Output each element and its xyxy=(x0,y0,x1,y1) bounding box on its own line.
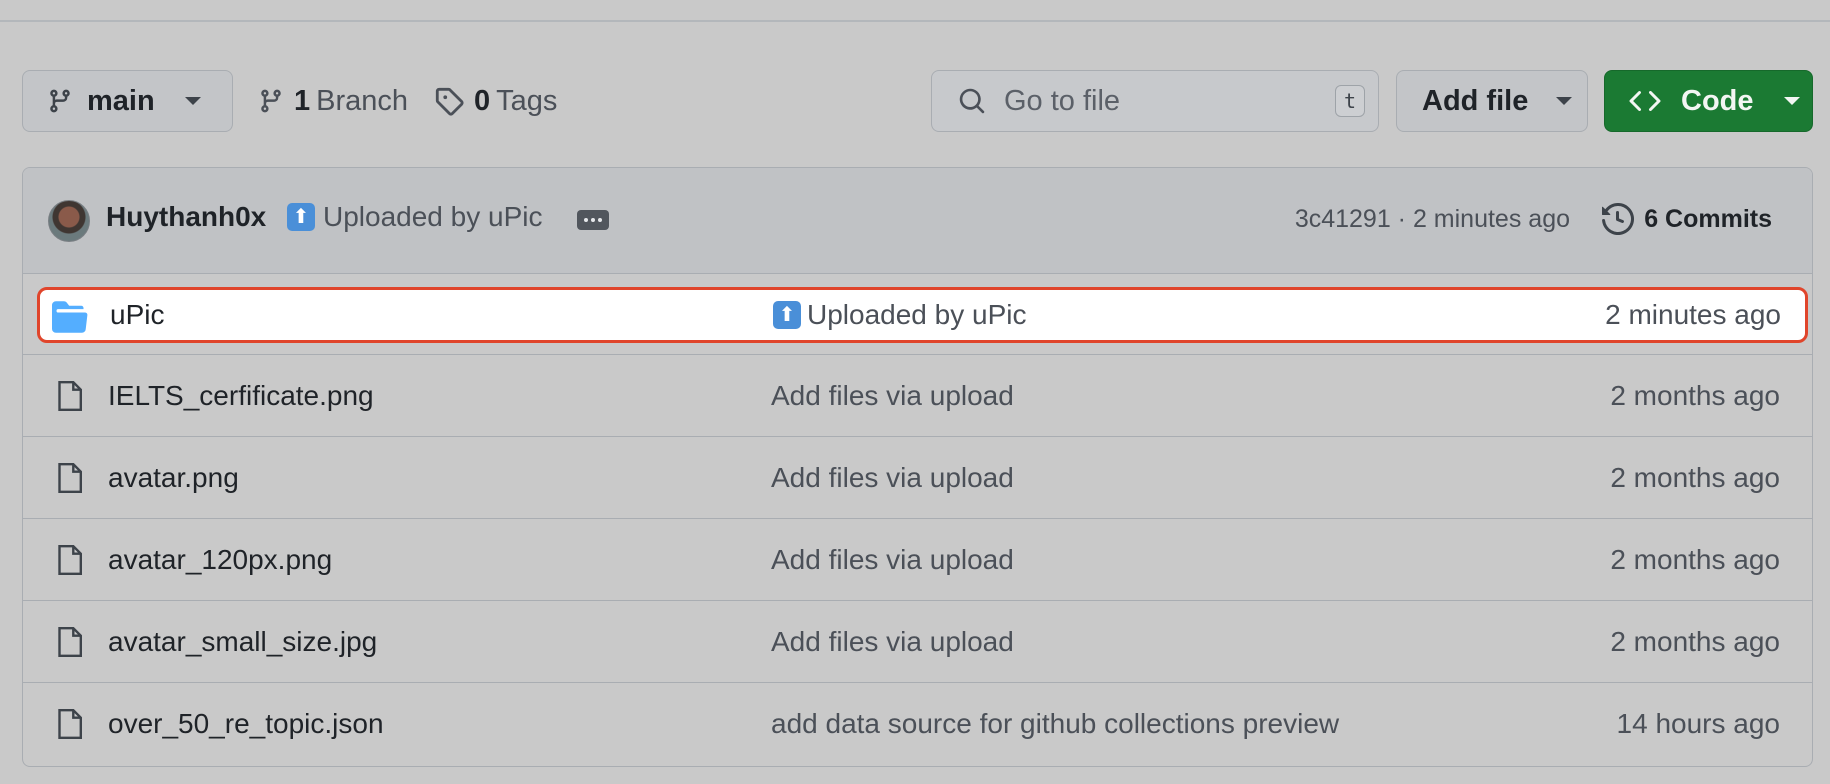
commit-message-text: Uploaded by uPic xyxy=(323,201,543,232)
tags-count: 0 xyxy=(474,84,491,117)
table-row[interactable]: avatar_120px.png Add files via upload 2 … xyxy=(23,518,1812,600)
tags-link[interactable]: 0 Tags xyxy=(434,70,557,132)
file-commit-message-text: Uploaded by uPic xyxy=(807,299,1027,330)
tags-label: Tags xyxy=(496,84,558,117)
latest-commit-bar: Huythanh0x ⬆ Uploaded by uPic 3c41291 · … xyxy=(23,168,1812,274)
file-commit-message[interactable]: add data source for github collections p… xyxy=(771,708,1339,740)
chevron-down-icon xyxy=(1783,97,1800,105)
file-icon xyxy=(58,709,82,739)
branches-count: 1 xyxy=(294,84,311,117)
add-file-label: Add file xyxy=(1422,84,1529,117)
file-age: 2 months ago xyxy=(1610,461,1780,493)
search-icon xyxy=(959,88,985,114)
file-age: 14 hours ago xyxy=(1616,707,1780,739)
file-commit-message[interactable]: Add files via upload xyxy=(771,626,1014,658)
file-icon xyxy=(58,463,82,493)
file-name[interactable]: avatar_120px.png xyxy=(108,544,332,576)
file-name[interactable]: IELTS_cerfificate.png xyxy=(108,380,374,412)
branches-label: Branch xyxy=(316,84,409,117)
git-branch-icon xyxy=(261,89,281,113)
branch-select-button[interactable]: main xyxy=(22,70,233,132)
table-row[interactable]: avatar.png Add files via upload 2 months… xyxy=(23,436,1812,518)
top-divider xyxy=(0,20,1830,22)
file-name[interactable]: avatar.png xyxy=(108,462,239,494)
ellipsis-icon xyxy=(584,218,588,222)
up-arrow-emoji-icon: ⬆ xyxy=(773,301,801,329)
repo-toolbar: main 1 Branch 0 Tags t Add file Code xyxy=(22,70,1813,134)
search-input[interactable] xyxy=(1004,84,1304,118)
branches-link[interactable]: 1 Branch xyxy=(258,70,408,132)
tag-icon xyxy=(435,87,464,116)
folder-icon xyxy=(52,301,88,333)
file-name[interactable]: uPic xyxy=(110,299,164,331)
file-commit-message[interactable]: Add files via upload xyxy=(771,462,1014,494)
table-row[interactable]: uPic ⬆ Uploaded by uPic 2 minutes ago xyxy=(37,287,1808,343)
add-file-button[interactable]: Add file xyxy=(1396,70,1588,132)
history-icon xyxy=(1602,203,1635,235)
commits-history-link[interactable]: 6 Commits xyxy=(1602,199,1772,239)
table-row[interactable]: IELTS_cerfificate.png Add files via uplo… xyxy=(23,354,1812,436)
code-label: Code xyxy=(1681,84,1754,117)
file-list: Huythanh0x ⬆ Uploaded by uPic 3c41291 · … xyxy=(22,167,1813,767)
commits-label: 6 Commits xyxy=(1644,204,1772,233)
commit-author[interactable]: Huythanh0x xyxy=(106,201,266,233)
file-commit-message[interactable]: ⬆ Uploaded by uPic xyxy=(773,299,1026,331)
file-icon xyxy=(58,627,82,657)
file-commit-message[interactable]: Add files via upload xyxy=(771,544,1014,576)
file-name[interactable]: over_50_re_topic.json xyxy=(108,708,384,740)
code-icon xyxy=(1629,90,1661,112)
code-button[interactable]: Code xyxy=(1604,70,1813,132)
keyboard-shortcut-hint: t xyxy=(1335,85,1365,117)
file-icon xyxy=(58,381,82,411)
file-commit-message[interactable]: Add files via upload xyxy=(771,380,1014,412)
chevron-down-icon xyxy=(184,97,201,105)
file-age: 2 months ago xyxy=(1610,543,1780,575)
avatar[interactable] xyxy=(48,200,90,242)
file-age: 2 months ago xyxy=(1610,379,1780,411)
table-row[interactable]: avatar_small_size.jpg Add files via uplo… xyxy=(23,600,1812,682)
chevron-down-icon xyxy=(1556,97,1573,105)
file-age: 2 months ago xyxy=(1610,625,1780,657)
expand-commit-message-button[interactable] xyxy=(577,210,609,230)
table-row[interactable]: over_50_re_topic.json add data source fo… xyxy=(23,682,1812,764)
go-to-file-search[interactable]: t xyxy=(931,70,1379,132)
branch-name: main xyxy=(87,84,155,117)
file-name[interactable]: avatar_small_size.jpg xyxy=(108,626,377,658)
file-age: 2 minutes ago xyxy=(1605,299,1781,330)
up-arrow-emoji-icon: ⬆ xyxy=(287,203,315,231)
git-branch-icon xyxy=(50,89,70,113)
commit-message[interactable]: ⬆ Uploaded by uPic xyxy=(287,201,542,233)
commit-sha-and-time[interactable]: 3c41291 · 2 minutes ago xyxy=(1295,205,1570,234)
file-icon xyxy=(58,545,82,575)
